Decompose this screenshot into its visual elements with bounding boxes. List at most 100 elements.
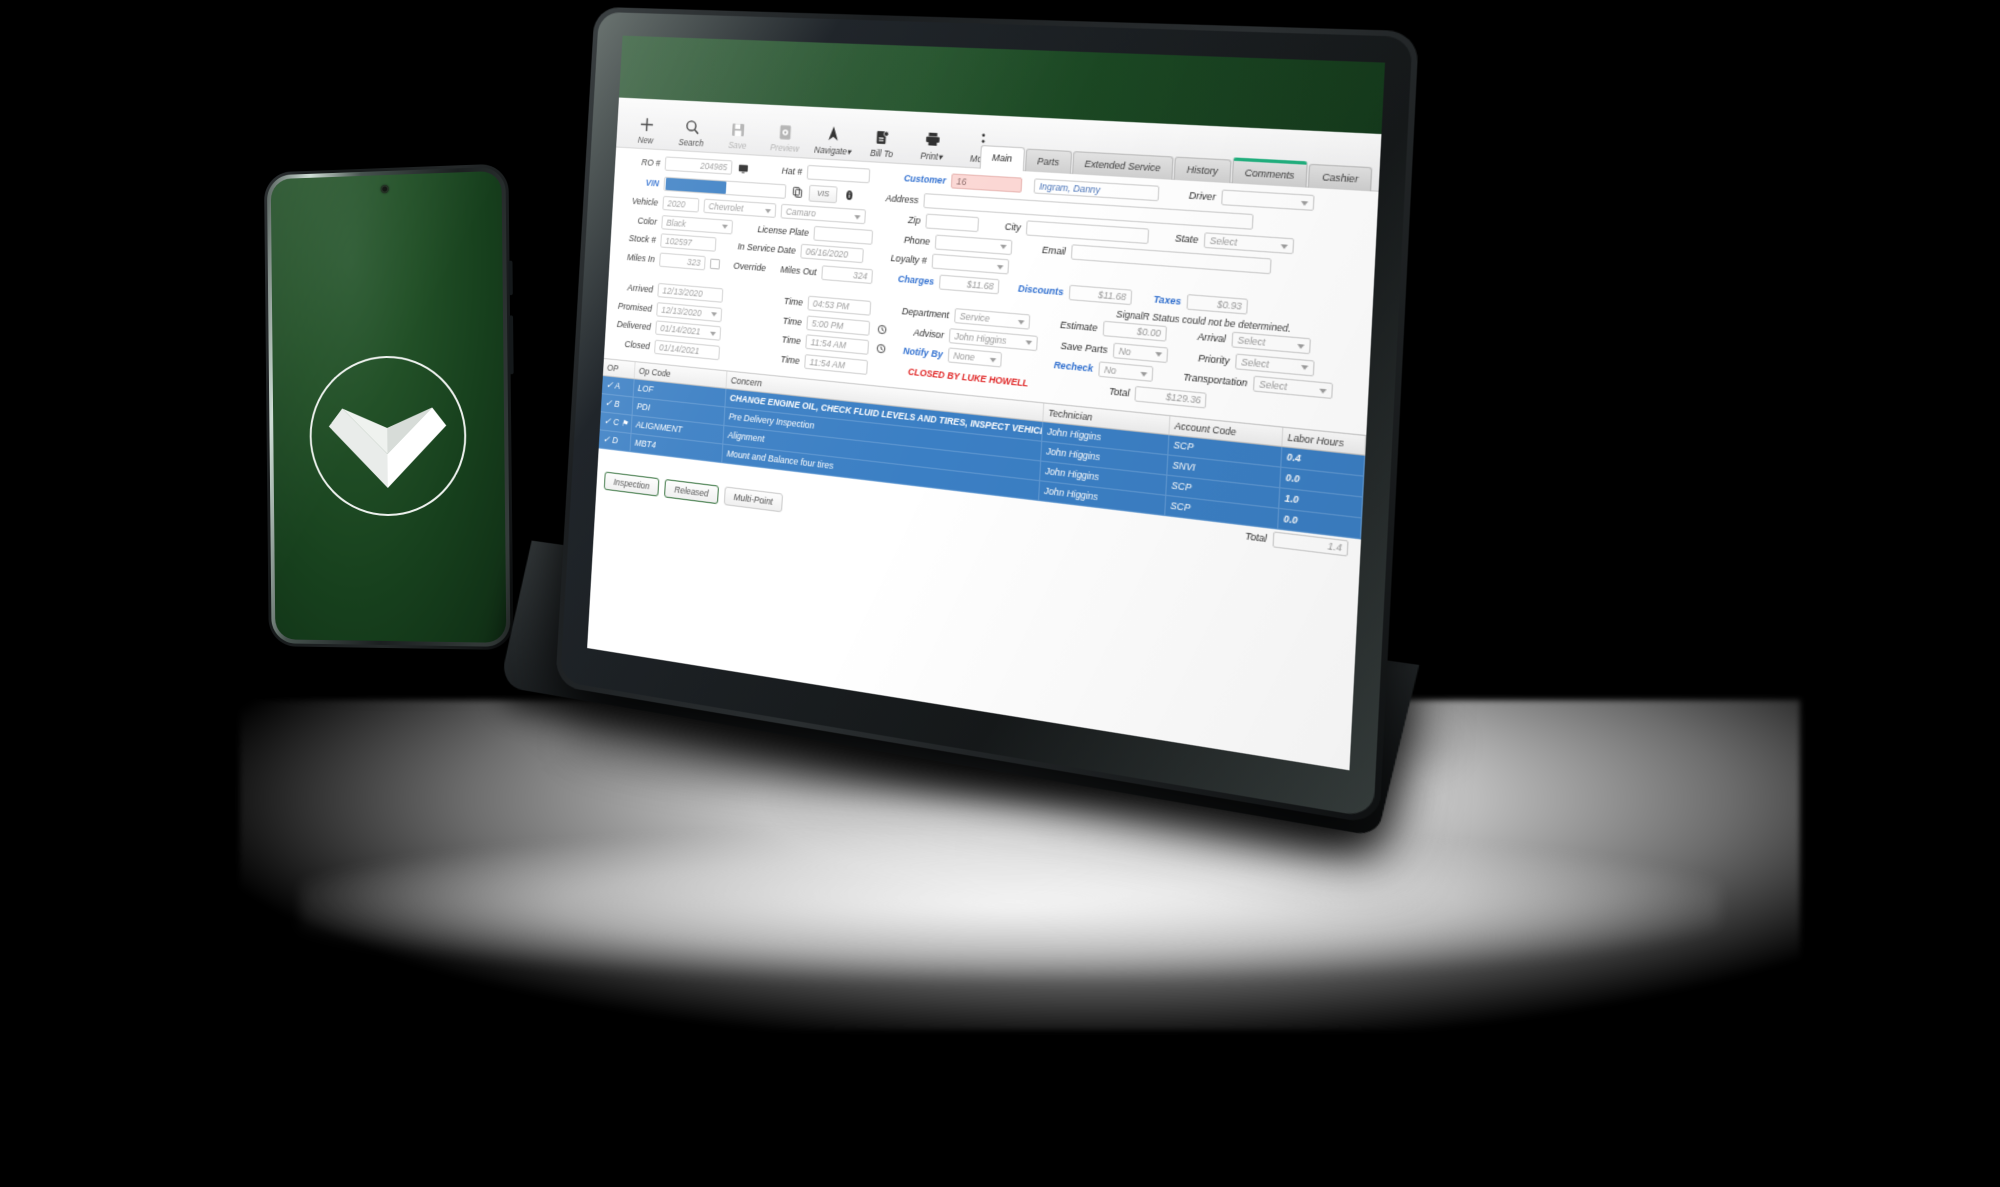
toolbar-button-print[interactable]: Print▾ (907, 125, 957, 166)
transportation-field[interactable]: Select (1252, 375, 1334, 400)
label-discounts: Discounts (1017, 282, 1064, 297)
row-op-b: ✓ B (600, 394, 634, 415)
discounts-field[interactable]: $11.68 (1068, 284, 1133, 305)
multi-point-button[interactable]: Multi-Point (723, 486, 784, 513)
customer-name-field[interactable]: Ingram, Danny (1033, 178, 1160, 202)
loyalty-field[interactable] (931, 253, 1010, 275)
color-field[interactable]: Black (661, 214, 734, 234)
label-advisor: Advisor (913, 326, 945, 340)
toolbar-label-print: Print▾ (920, 151, 943, 163)
tab-main[interactable]: Main (979, 144, 1025, 172)
hat-number-field[interactable] (806, 164, 871, 184)
phone-field[interactable] (934, 233, 1013, 255)
tablet-screen[interactable]: New Search Save Preview Navigate▾ Bill T… (587, 35, 1386, 771)
monitor-icon[interactable] (737, 161, 750, 175)
check-icon: ✓ (602, 433, 611, 445)
vehicle-year-field[interactable]: 2020 (662, 195, 700, 213)
override-checkbox[interactable] (709, 258, 721, 270)
tab-comments[interactable]: Comments (1231, 157, 1309, 188)
released-button[interactable]: Released (664, 478, 719, 505)
phone-screen[interactable] (270, 170, 507, 643)
check-icon: ✓ (603, 415, 612, 427)
label-customer: Customer (903, 172, 947, 186)
driver-field[interactable] (1221, 189, 1315, 211)
label-arrival: Arrival (1197, 330, 1227, 345)
label-delivered: Delivered (616, 318, 652, 333)
label-city: City (1004, 221, 1022, 233)
toolbar-button-save[interactable]: Save (715, 116, 762, 154)
row-op-c: ✓ C ⚑ (599, 412, 633, 433)
copy-icon[interactable] (791, 185, 805, 199)
label-miles-in: Miles In (626, 251, 656, 264)
closed-time-field[interactable]: 11:54 AM (804, 353, 869, 375)
delivered-date-field[interactable]: 01/14/2021 (655, 320, 722, 341)
label-loyalty: Loyalty # (890, 252, 928, 266)
toolbar-button-navigate[interactable]: Navigate▾ (809, 120, 858, 160)
advisor-field[interactable]: John Higgins (948, 327, 1039, 351)
charges-field[interactable]: $11.68 (938, 273, 1000, 294)
toolbar-button-new[interactable]: New (624, 112, 669, 150)
tablet-device: New Search Save Preview Navigate▾ Bill T… (499, 6, 1420, 837)
toolbar-button-bill-to[interactable]: Bill To (857, 124, 906, 163)
printer-icon (923, 128, 942, 149)
tab-history[interactable]: History (1173, 156, 1232, 184)
miles-out-field[interactable]: 324 (821, 264, 874, 284)
toolbar-label-preview: Preview (769, 143, 800, 154)
label-miles-out: Miles Out (780, 263, 817, 277)
plus-icon (638, 115, 655, 135)
label-time-promised: Time (782, 314, 803, 328)
label-hat: Hat # (781, 165, 803, 178)
arrived-date-field[interactable]: 12/13/2020 (657, 282, 724, 303)
phone-power-button[interactable] (509, 315, 514, 375)
license-plate-field[interactable] (813, 225, 874, 245)
label-vehicle: Vehicle (631, 195, 659, 208)
city-field[interactable] (1025, 220, 1150, 245)
miles-in-field[interactable]: 323 (659, 252, 706, 270)
info-icon[interactable] (842, 188, 856, 202)
navigate-icon (825, 123, 842, 144)
promised-date-field[interactable]: 12/13/2020 (656, 301, 723, 322)
in-service-date-field[interactable]: 06/16/2020 (800, 243, 864, 264)
state-field[interactable]: Select (1203, 232, 1295, 255)
floor-reflection-secondary (300, 830, 1720, 980)
label-time-closed: Time (780, 353, 800, 366)
label-phone: Phone (903, 233, 931, 247)
notify-by-field[interactable]: None (947, 347, 1003, 368)
delivered-time-field[interactable]: 11:54 AM (805, 334, 870, 355)
label-override: Override (733, 259, 767, 273)
tab-parts[interactable]: Parts (1024, 148, 1072, 174)
vehicle-model-field[interactable]: Camaro (780, 203, 867, 225)
estimate-field[interactable]: $0.00 (1102, 320, 1168, 342)
closed-by-message: CLOSED BY LUKE HOWELL (907, 365, 1029, 389)
save-parts-field[interactable]: No (1112, 342, 1169, 363)
toolbar-button-preview[interactable]: Preview (761, 119, 809, 158)
promised-time-field[interactable]: 5:00 PM (806, 314, 871, 336)
toolbar-label-bill-to: Bill To (869, 148, 894, 160)
label-time-delivered: Time (781, 334, 801, 347)
total-field[interactable]: $129.36 (1134, 385, 1208, 409)
toolbar-button-search[interactable]: Search (669, 114, 715, 152)
vehicle-make-field[interactable]: Chevrolet (703, 198, 777, 218)
label-estimate: Estimate (1059, 319, 1098, 334)
phone-screen-glare (270, 170, 507, 643)
closed-date-field[interactable]: 01/14/2021 (654, 339, 721, 360)
arrived-time-field[interactable]: 04:53 PM (807, 295, 872, 316)
stock-number-field[interactable]: 102597 (660, 233, 717, 252)
customer-id-field[interactable]: 16 (950, 173, 1023, 193)
phone-volume-button[interactable] (508, 260, 513, 296)
search-icon (683, 117, 700, 137)
toolbar-label-save: Save (727, 140, 747, 151)
vis-button[interactable]: VIS (808, 184, 838, 203)
taxes-field[interactable]: $0.93 (1186, 293, 1249, 315)
clock-icon[interactable] (875, 321, 889, 336)
label-save-parts: Save Parts (1060, 339, 1108, 355)
clock-icon-delivered[interactable] (873, 341, 887, 356)
vin-field[interactable] (663, 176, 787, 199)
priority-field[interactable]: Select (1235, 352, 1315, 376)
tab-cashier[interactable]: Cashier (1308, 163, 1373, 192)
label-time-arrived: Time (783, 295, 804, 308)
ro-number-field[interactable]: 204985 (664, 156, 733, 175)
zip-field[interactable] (925, 213, 980, 233)
inspection-button[interactable]: Inspection (603, 471, 660, 497)
recheck-field[interactable]: No (1098, 361, 1154, 382)
